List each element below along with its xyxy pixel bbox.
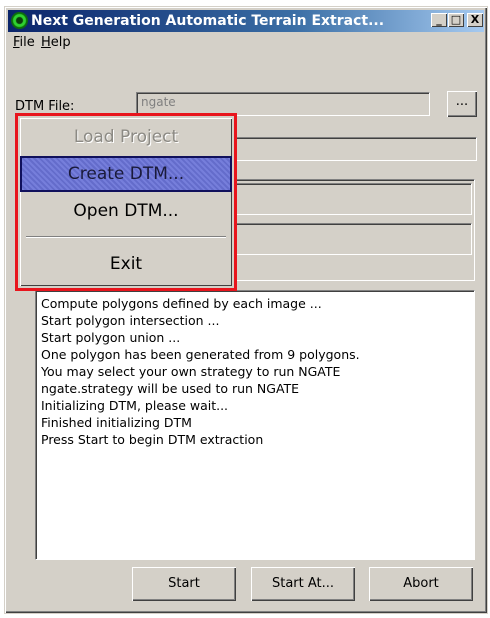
log-line: Press Start to begin DTM extraction [41,432,264,447]
log-line: One polygon has been generated from 9 po… [41,347,360,362]
abort-button[interactable]: Abort [369,567,473,601]
log-line: ngate.strategy will be used to run NGATE [41,381,300,396]
app-icon [11,12,28,29]
log-output: Compute polygons defined by each image .… [35,290,475,560]
start-button[interactable]: Start [132,567,236,601]
minimize-button[interactable]: _ [431,13,447,27]
menu-item-load-project: Load Project [73,127,179,147]
menu-item-create-dtm[interactable]: Create DTM... [20,156,232,192]
menu-help-label: elp [50,35,71,50]
main-window: Next Generation Automatic Terrain Extrac… [4,6,488,614]
start-at-button[interactable]: Start At... [251,567,355,601]
window-title: Next Generation Automatic Terrain Extrac… [31,13,385,29]
menu-file[interactable]: File [13,35,35,50]
title-bar[interactable]: Next Generation Automatic Terrain Extrac… [8,10,484,32]
menu-separator [26,236,226,238]
dtm-file-label: DTM File: [15,99,75,114]
browse-button[interactable]: ... [447,91,477,117]
menu-help[interactable]: Help [41,35,71,50]
close-button[interactable]: X [467,13,483,27]
maximize-button[interactable]: □ [448,13,464,27]
menu-help-mnemonic: H [41,35,51,50]
menu-bar: File Help [8,33,484,53]
log-line: Initializing DTM, please wait... [41,398,229,413]
log-line: Start polygon union ... [41,330,181,345]
menu-item-open-dtm[interactable]: Open DTM... [20,193,232,229]
menu-item-exit[interactable]: Exit [20,246,232,282]
log-line: Compute polygons defined by each image .… [41,296,322,311]
file-menu-dropdown: Load Project Create DTM... Open DTM... E… [15,113,237,291]
log-line: Finished initializing DTM [41,415,192,430]
log-line: You may select your own strategy to run … [41,364,341,379]
menu-file-label: ile [19,35,35,50]
log-line: Start polygon intersection ... [41,313,220,328]
